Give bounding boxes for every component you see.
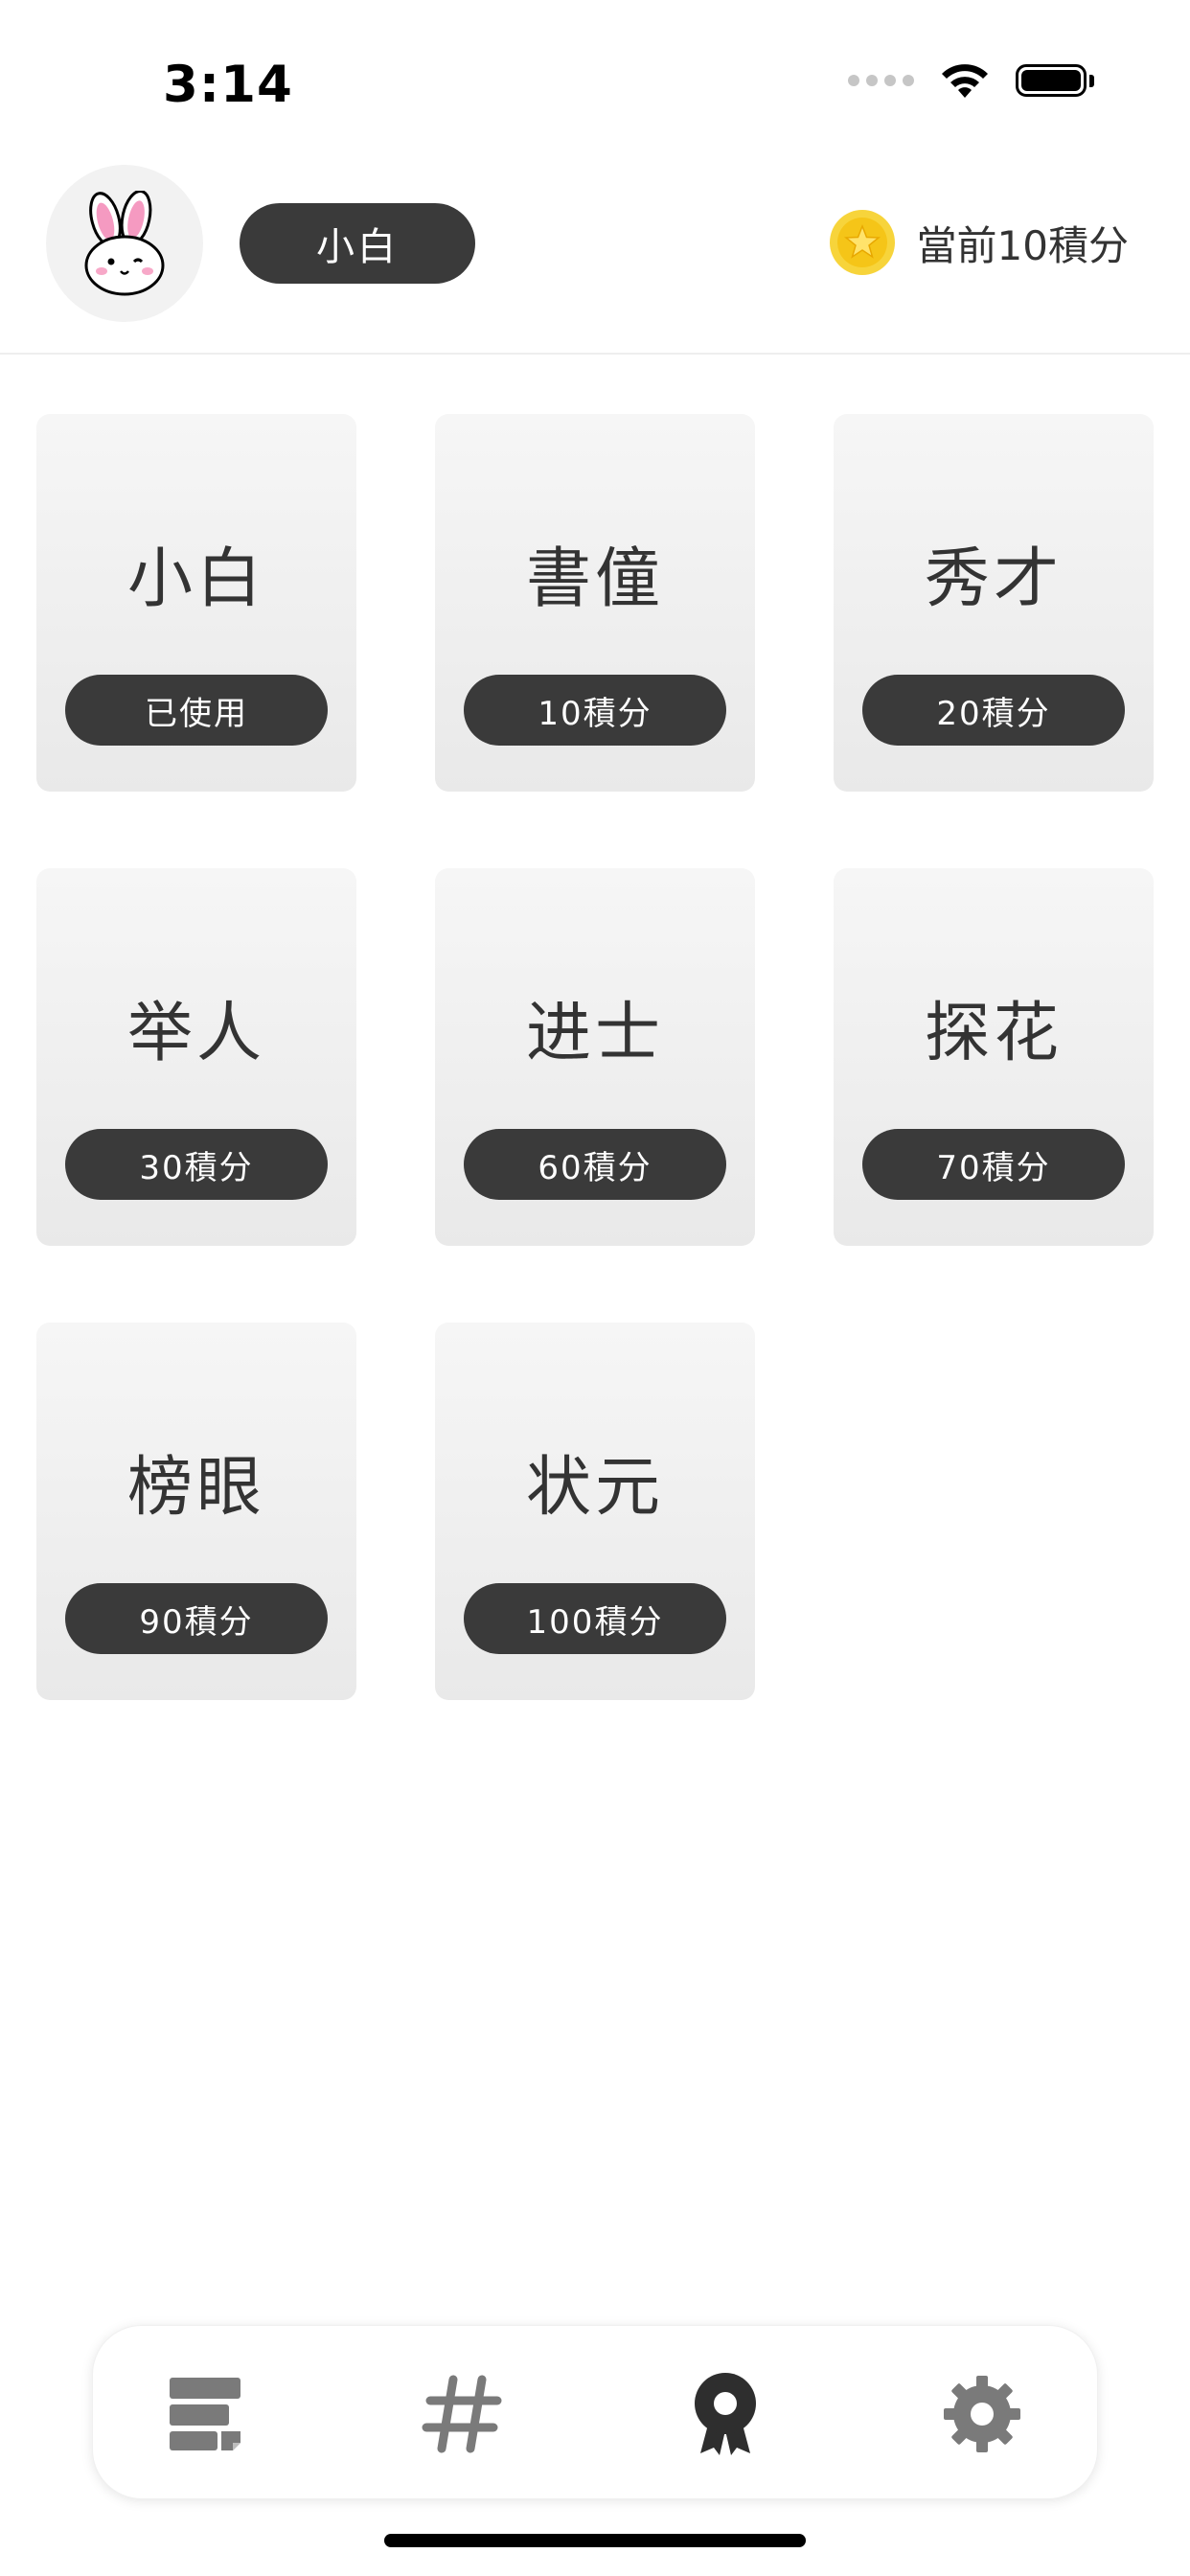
rank-card[interactable]: 进士 60積分 <box>435 868 755 1246</box>
rank-price-button[interactable]: 10積分 <box>464 675 726 746</box>
rank-title: 进士 <box>525 996 664 1071</box>
tab-topics[interactable] <box>417 2368 509 2460</box>
tab-notes[interactable] <box>160 2368 252 2460</box>
rank-card[interactable]: 榜眼 90積分 <box>36 1322 356 1700</box>
rank-title: 探花 <box>924 996 1063 1071</box>
bunny-avatar-icon <box>84 191 165 296</box>
rank-card[interactable]: 举人 30積分 <box>36 868 356 1246</box>
rank-price-button[interactable]: 20積分 <box>862 675 1125 746</box>
tab-ranks[interactable] <box>679 2368 771 2460</box>
rank-title: 状元 <box>525 1450 664 1526</box>
rank-title: 秀才 <box>924 541 1063 617</box>
rank-card[interactable]: 書僮 10積分 <box>435 414 755 792</box>
rank-card[interactable]: 秀才 20積分 <box>834 414 1154 792</box>
rank-title: 榜眼 <box>126 1450 265 1526</box>
rank-price-button[interactable]: 100積分 <box>464 1583 726 1654</box>
status-icons <box>848 61 1094 100</box>
rank-title: 書僮 <box>525 541 664 617</box>
rank-status-badge[interactable]: 已使用 <box>65 675 328 746</box>
home-indicator[interactable] <box>384 2534 806 2547</box>
rank-price-button[interactable]: 90積分 <box>65 1583 328 1654</box>
wifi-icon <box>939 61 991 100</box>
current-title-badge[interactable]: 小白 <box>240 203 475 284</box>
tab-settings[interactable] <box>936 2368 1028 2460</box>
points-text: 當前10積分 <box>916 221 1129 269</box>
hashtag-icon <box>422 2375 502 2453</box>
rank-price-button[interactable]: 60積分 <box>464 1129 726 1200</box>
rank-card[interactable]: 小白 已使用 <box>36 414 356 792</box>
medal-icon <box>695 2373 756 2455</box>
gear-icon <box>944 2376 1020 2452</box>
rank-title: 举人 <box>126 996 265 1071</box>
status-time: 3:14 <box>163 56 293 114</box>
rank-title: 小白 <box>126 541 265 617</box>
rank-price-button[interactable]: 30積分 <box>65 1129 328 1200</box>
notes-icon <box>170 2378 240 2450</box>
battery-icon <box>1016 64 1094 97</box>
star-coin-icon <box>829 209 896 276</box>
rank-price-button[interactable]: 70積分 <box>862 1129 1125 1200</box>
points-display: 當前10積分 <box>829 209 1129 276</box>
rank-card[interactable]: 探花 70積分 <box>834 868 1154 1246</box>
header-divider <box>0 353 1190 355</box>
tab-bar <box>92 2325 1098 2499</box>
screen: 3:14 小白 當前10積分 小白 已使用 書僮 10積分 秀才 20積分 举人… <box>0 0 1190 2576</box>
avatar[interactable] <box>46 165 203 322</box>
cellular-signal-icon <box>848 75 914 86</box>
rank-card[interactable]: 状元 100積分 <box>435 1322 755 1700</box>
